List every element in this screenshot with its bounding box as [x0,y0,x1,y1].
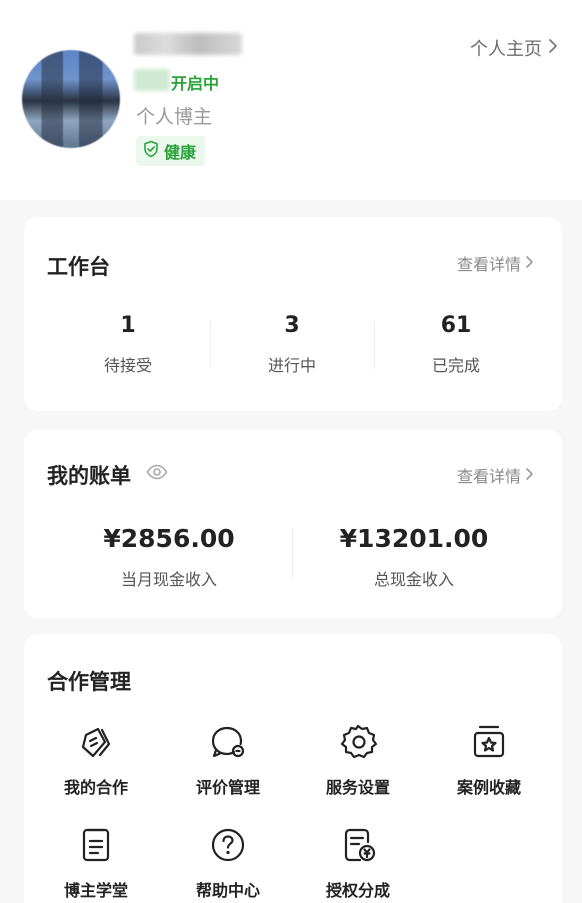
money-value: ¥13201.00 [339,524,489,553]
grid-item-label: 服务设置 [325,778,390,797]
cooperation-title: 合作管理 [47,670,131,694]
bill-title: 我的账单 [47,464,131,488]
account-role: 个人博主 [136,106,213,128]
help-icon [208,825,248,865]
workbench-card: 工作台 查看详情 1 待接受 3 进行中 61 已完成 [24,217,562,411]
stat-completed[interactable]: 61 已完成 [392,313,520,376]
grid-item-blogger-school[interactable]: 博主学堂 [31,825,161,901]
eye-icon[interactable] [146,464,168,484]
stat-pending[interactable]: 1 待接受 [64,313,192,376]
review-icon [208,722,248,762]
gear-icon [338,722,378,762]
profile-header: 开启中 个人博主 健康 个人主页 [0,0,582,200]
stat-value: 61 [440,313,472,338]
shield-check-icon [142,140,160,162]
cooperation-icon [76,722,116,762]
grid-item-help-center[interactable]: 帮助中心 [163,825,293,901]
stat-value: 1 [120,313,136,338]
username-redacted [134,33,242,55]
divider [292,528,293,578]
chevron-right-icon [548,38,558,59]
monthly-cash-income[interactable]: ¥2856.00 当月现金收入 [64,524,274,590]
homepage-link-label: 个人主页 [470,39,542,60]
personal-homepage-link[interactable]: 个人主页 [470,35,558,61]
grid-item-label: 博主学堂 [63,881,128,900]
detail-link-label: 查看详情 [456,255,521,274]
grid-item-label: 授权分成 [325,881,390,900]
grid-item-label: 我的合作 [63,778,128,797]
stat-label: 进行中 [267,356,316,375]
cooperation-card: 合作管理 我的合作 评价管理 服务设置 案例收藏 博主学堂 帮助中心 授权分成 [24,634,562,903]
chevron-right-icon [525,466,534,485]
workbench-title: 工作台 [47,255,110,279]
money-value: ¥2856.00 [103,524,235,553]
detail-link-label: 查看详情 [456,467,521,486]
stat-label: 待接受 [103,356,152,375]
stat-label: 已完成 [431,356,480,375]
workbench-detail-link[interactable]: 查看详情 [457,251,534,275]
divider [210,321,211,369]
stat-value: 3 [284,313,300,338]
document-icon [76,825,116,865]
grid-item-service-settings[interactable]: 服务设置 [293,722,423,798]
grid-item-case-favorites[interactable]: 案例收藏 [424,722,554,798]
grid-item-review-management[interactable]: 评价管理 [163,722,293,798]
stat-in-progress[interactable]: 3 进行中 [228,313,356,376]
status-redacted [134,69,170,91]
divider [374,321,375,369]
avatar[interactable] [22,50,120,148]
grid-item-label: 评价管理 [195,778,260,797]
money-label: 当月现金收入 [120,570,217,589]
grid-item-authorization-share[interactable]: 授权分成 [293,825,423,901]
grid-item-label: 帮助中心 [195,881,260,900]
revenue-share-icon [338,825,378,865]
health-badge: 健康 [136,136,206,166]
bill-detail-link[interactable]: 查看详情 [457,463,534,487]
favorite-box-icon [469,722,509,762]
grid-item-label: 案例收藏 [456,778,521,797]
health-label: 健康 [164,143,197,162]
total-cash-income[interactable]: ¥13201.00 总现金收入 [304,524,524,590]
bill-card: 我的账单 查看详情 ¥2856.00 当月现金收入 ¥13201.00 总现金收… [24,430,562,618]
chevron-right-icon [525,254,534,273]
account-status: 开启中 [171,74,220,93]
grid-item-my-cooperation[interactable]: 我的合作 [31,722,161,798]
money-label: 总现金收入 [373,570,454,589]
